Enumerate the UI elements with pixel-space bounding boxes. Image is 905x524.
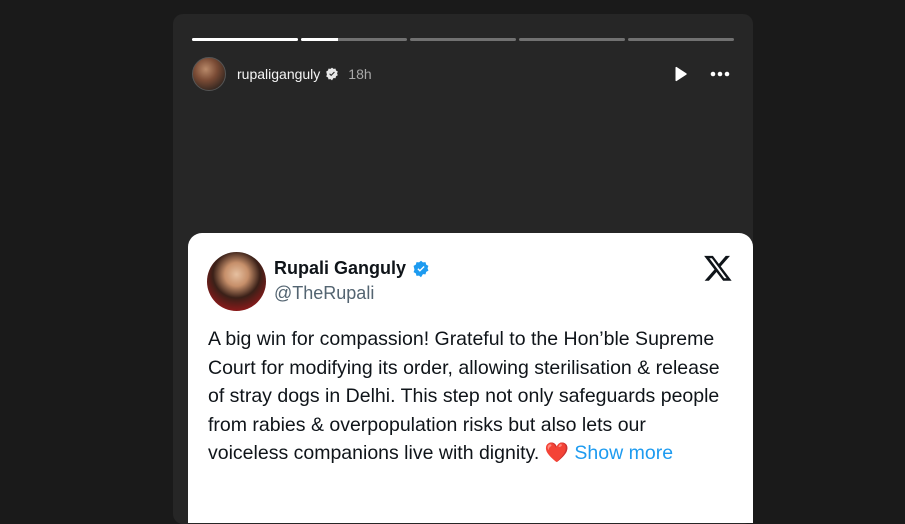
play-icon[interactable] xyxy=(666,60,694,88)
progress-fill xyxy=(301,38,339,41)
progress-segment xyxy=(628,38,734,41)
tweet-name-row: Rupali Ganguly xyxy=(274,258,430,279)
heart-emoji: ❤️ xyxy=(544,442,569,464)
story-progress-bar xyxy=(192,38,734,41)
username[interactable]: rupaliganguly xyxy=(237,66,320,82)
x-logo-icon[interactable] xyxy=(703,253,733,283)
verified-badge-icon xyxy=(325,67,339,81)
timestamp: 18h xyxy=(348,66,372,82)
tweet-handle[interactable]: @TheRupali xyxy=(274,283,374,304)
show-more-link[interactable]: Show more xyxy=(574,442,673,464)
progress-fill xyxy=(192,38,298,41)
tweet-text-block: A big win for compassion! Grateful to th… xyxy=(208,325,728,468)
avatar[interactable] xyxy=(192,57,226,91)
progress-segment xyxy=(410,38,516,41)
progress-segment xyxy=(519,38,625,41)
tweet-card[interactable]: Rupali Ganguly @TheRupali A big win for … xyxy=(188,233,753,523)
verified-badge-icon xyxy=(412,260,430,278)
progress-segment xyxy=(301,38,407,41)
progress-segment xyxy=(192,38,298,41)
story-header: rupaliganguly 18h xyxy=(192,56,734,92)
display-name[interactable]: Rupali Ganguly xyxy=(274,258,406,279)
more-options-icon[interactable] xyxy=(706,60,734,88)
tweet-avatar[interactable] xyxy=(207,252,266,311)
